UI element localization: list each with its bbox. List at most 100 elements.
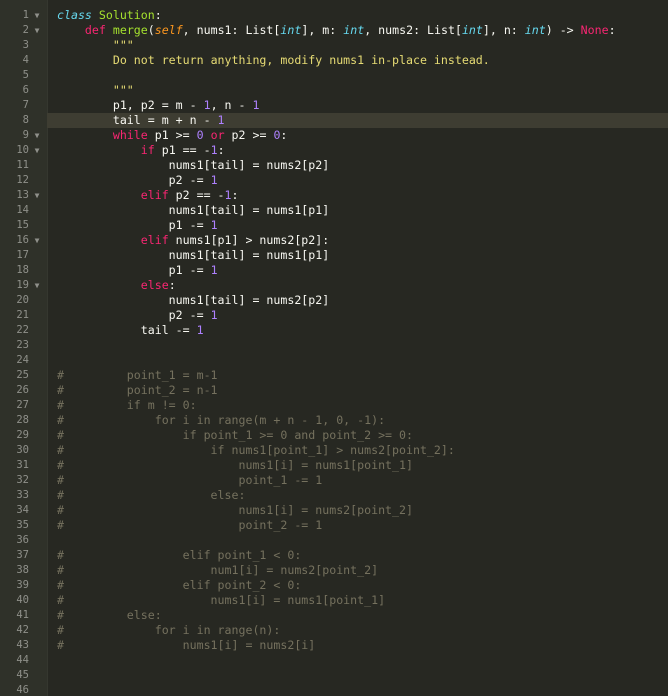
code-text[interactable]: Do not return anything, modify nums1 in-… bbox=[57, 53, 490, 68]
code-line[interactable]: 30 # if nums1[point_1] > nums2[point_2]: bbox=[0, 443, 668, 458]
code-text[interactable]: while p1 >= 0 or p2 >= 0: bbox=[57, 128, 288, 143]
triangle-down-icon[interactable]: ▼ bbox=[31, 188, 43, 203]
code-text[interactable]: # point_2 -= 1 bbox=[57, 518, 322, 533]
code-line[interactable]: 31 # nums1[i] = nums1[point_1] bbox=[0, 458, 668, 473]
code-line[interactable]: 13 ▼ elif p2 == -1: bbox=[0, 188, 668, 203]
code-line[interactable]: 33 # else: bbox=[0, 488, 668, 503]
code-line[interactable]: 46 bbox=[0, 683, 668, 696]
code-line[interactable]: 42 # for i in range(n): bbox=[0, 623, 668, 638]
code-line[interactable]: 4 Do not return anything, modify nums1 i… bbox=[0, 53, 668, 68]
code-text[interactable]: # point_2 = n-1 bbox=[57, 383, 218, 398]
code-line[interactable]: 21 p2 -= 1 bbox=[0, 308, 668, 323]
code-line[interactable]: 26 # point_2 = n-1 bbox=[0, 383, 668, 398]
triangle-down-icon[interactable]: ▼ bbox=[31, 8, 43, 23]
code-text[interactable]: # if point_1 >= 0 and point_2 >= 0: bbox=[57, 428, 413, 443]
code-text[interactable]: # for i in range(n): bbox=[57, 623, 280, 638]
code-line[interactable]: 7 p1, p2 = m - 1, n - 1 bbox=[0, 98, 668, 113]
code-text[interactable]: class Solution: bbox=[57, 8, 162, 23]
triangle-down-icon[interactable]: ▼ bbox=[31, 278, 43, 293]
code-line[interactable]: 23 bbox=[0, 338, 668, 353]
code-text[interactable]: tail = m + n - 1 bbox=[57, 113, 225, 128]
code-line[interactable]: 43 # nums1[i] = nums2[i] bbox=[0, 638, 668, 653]
triangle-down-icon[interactable]: ▼ bbox=[31, 128, 43, 143]
code-text[interactable]: # if m != 0: bbox=[57, 398, 197, 413]
code-text[interactable]: p1, p2 = m - 1, n - 1 bbox=[57, 98, 260, 113]
code-token: # nums1[i] = nums2[point_2] bbox=[57, 503, 413, 517]
code-text[interactable]: p1 -= 1 bbox=[57, 218, 218, 233]
code-text[interactable]: nums1[tail] = nums1[p1] bbox=[57, 248, 330, 263]
code-text[interactable]: p1 -= 1 bbox=[57, 263, 218, 278]
code-line[interactable]: 41 # else: bbox=[0, 608, 668, 623]
code-line[interactable]: 5 bbox=[0, 68, 668, 83]
code-line[interactable]: 24 bbox=[0, 353, 668, 368]
code-text[interactable]: else: bbox=[57, 278, 176, 293]
code-text[interactable]: # elif point_2 < 0: bbox=[57, 578, 301, 593]
code-line[interactable]: 40 # nums1[i] = nums1[point_1] bbox=[0, 593, 668, 608]
code-line[interactable]: 2 ▼ def merge(self, nums1: List[int], m: … bbox=[0, 23, 668, 38]
code-text[interactable]: # nums1[i] = nums2[i] bbox=[57, 638, 315, 653]
code-line[interactable]: 1 ▼ class Solution: bbox=[0, 8, 668, 23]
code-editor[interactable]: 1 ▼ class Solution: 2 ▼ def merge(self, nums… bbox=[0, 0, 668, 696]
code-text[interactable]: nums1[tail] = nums2[p2] bbox=[57, 293, 330, 308]
code-line[interactable]: 32 # point_1 -= 1 bbox=[0, 473, 668, 488]
code-line[interactable]: 8 tail = m + n - 1 bbox=[0, 113, 668, 128]
code-text[interactable]: """ bbox=[57, 38, 134, 53]
code-line[interactable]: 19 ▼ else: bbox=[0, 278, 668, 293]
triangle-down-icon[interactable]: ▼ bbox=[31, 143, 43, 158]
code-text[interactable]: # elif point_1 < 0: bbox=[57, 548, 301, 563]
code-text[interactable]: nums1[tail] = nums1[p1] bbox=[57, 203, 330, 218]
code-line[interactable]: 44 bbox=[0, 653, 668, 668]
code-line[interactable]: 22 tail -= 1 bbox=[0, 323, 668, 338]
code-line[interactable]: 11 nums1[tail] = nums2[p2] bbox=[0, 158, 668, 173]
code-line[interactable]: 15 p1 -= 1 bbox=[0, 218, 668, 233]
code-token: # if m != 0: bbox=[57, 398, 197, 412]
code-text[interactable]: # num1[i] = nums2[point_2] bbox=[57, 563, 378, 578]
code-text[interactable]: # point_1 = m-1 bbox=[57, 368, 218, 383]
code-line[interactable]: 34 # nums1[i] = nums2[point_2] bbox=[0, 503, 668, 518]
code-line[interactable]: 38 # num1[i] = nums2[point_2] bbox=[0, 563, 668, 578]
code-token: if bbox=[140, 143, 155, 157]
code-line[interactable]: 17 nums1[tail] = nums1[p1] bbox=[0, 248, 668, 263]
code-text[interactable]: p2 -= 1 bbox=[57, 173, 218, 188]
code-token: tail = m + n - bbox=[57, 113, 218, 127]
code-text[interactable]: elif p2 == -1: bbox=[57, 188, 239, 203]
code-text[interactable]: # nums1[i] = nums2[point_2] bbox=[57, 503, 413, 518]
code-line[interactable]: 20 nums1[tail] = nums2[p2] bbox=[0, 293, 668, 308]
code-line[interactable]: 29 # if point_1 >= 0 and point_2 >= 0: bbox=[0, 428, 668, 443]
code-line[interactable]: 6 """ bbox=[0, 83, 668, 98]
code-text[interactable]: # point_1 -= 1 bbox=[57, 473, 322, 488]
code-text[interactable]: # for i in range(m + n - 1, 0, -1): bbox=[57, 413, 385, 428]
code-line[interactable]: 25 # point_1 = m-1 bbox=[0, 368, 668, 383]
code-text[interactable]: # else: bbox=[57, 608, 162, 623]
code-line[interactable]: 28 # for i in range(m + n - 1, 0, -1): bbox=[0, 413, 668, 428]
code-text[interactable]: """ bbox=[57, 83, 134, 98]
code-text[interactable]: tail -= 1 bbox=[57, 323, 204, 338]
code-line[interactable]: 36 bbox=[0, 533, 668, 548]
code-line[interactable]: 45 bbox=[0, 668, 668, 683]
code-line[interactable]: 16 ▼ elif nums1[p1] > nums2[p2]: bbox=[0, 233, 668, 248]
code-line[interactable]: 12 p2 -= 1 bbox=[0, 173, 668, 188]
code-text[interactable]: # else: bbox=[57, 488, 245, 503]
code-text[interactable]: def merge(self, nums1: List[int], m: int… bbox=[57, 23, 616, 38]
code-token: # num1[i] = nums2[point_2] bbox=[57, 563, 379, 577]
triangle-down-icon[interactable]: ▼ bbox=[31, 23, 43, 38]
code-line[interactable]: 10 ▼ if p1 == -1: bbox=[0, 143, 668, 158]
code-line[interactable]: 27 # if m != 0: bbox=[0, 398, 668, 413]
line-number: 39 bbox=[16, 579, 29, 591]
code-text[interactable]: if p1 == -1: bbox=[57, 143, 225, 158]
code-text[interactable]: p2 -= 1 bbox=[57, 308, 218, 323]
code-text[interactable]: # nums1[i] = nums1[point_1] bbox=[57, 593, 385, 608]
code-line[interactable]: 35 # point_2 -= 1 bbox=[0, 518, 668, 533]
code-line[interactable]: 3 """ bbox=[0, 38, 668, 53]
code-line[interactable]: 39 # elif point_2 < 0: bbox=[0, 578, 668, 593]
code-text[interactable]: # nums1[i] = nums1[point_1] bbox=[57, 458, 413, 473]
code-text[interactable]: nums1[tail] = nums2[p2] bbox=[57, 158, 330, 173]
code-text[interactable]: # if nums1[point_1] > nums2[point_2]: bbox=[57, 443, 455, 458]
code-lines[interactable]: 1 ▼ class Solution: 2 ▼ def merge(self, nums… bbox=[0, 8, 668, 696]
triangle-down-icon[interactable]: ▼ bbox=[31, 233, 43, 248]
code-text[interactable]: elif nums1[p1] > nums2[p2]: bbox=[57, 233, 329, 248]
code-line[interactable]: 37 # elif point_1 < 0: bbox=[0, 548, 668, 563]
code-line[interactable]: 18 p1 -= 1 bbox=[0, 263, 668, 278]
code-line[interactable]: 14 nums1[tail] = nums1[p1] bbox=[0, 203, 668, 218]
code-line[interactable]: 9 ▼ while p1 >= 0 or p2 >= 0: bbox=[0, 128, 668, 143]
